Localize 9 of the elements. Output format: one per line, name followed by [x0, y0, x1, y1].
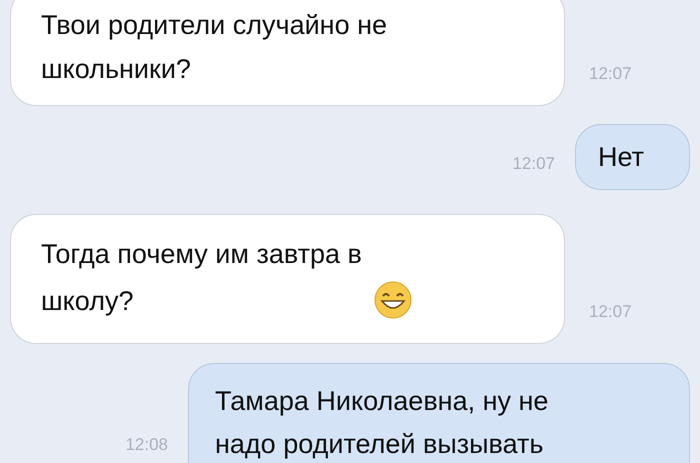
- message-time: 12:07: [512, 154, 555, 175]
- message-text: Твои родители случайно не школьники?: [41, 9, 388, 86]
- message-text: Тогда почему им завтра в школу?: [41, 238, 362, 318]
- message-time: 12:07: [589, 302, 632, 323]
- grinning-face-icon: [374, 280, 412, 319]
- message-time: 12:07: [589, 64, 632, 85]
- message-text: Тамара Николаевна, ну не надо родителей вызывать: [215, 385, 548, 461]
- message-text: Нет: [598, 141, 644, 174]
- message-time: 12:08: [125, 435, 168, 455]
